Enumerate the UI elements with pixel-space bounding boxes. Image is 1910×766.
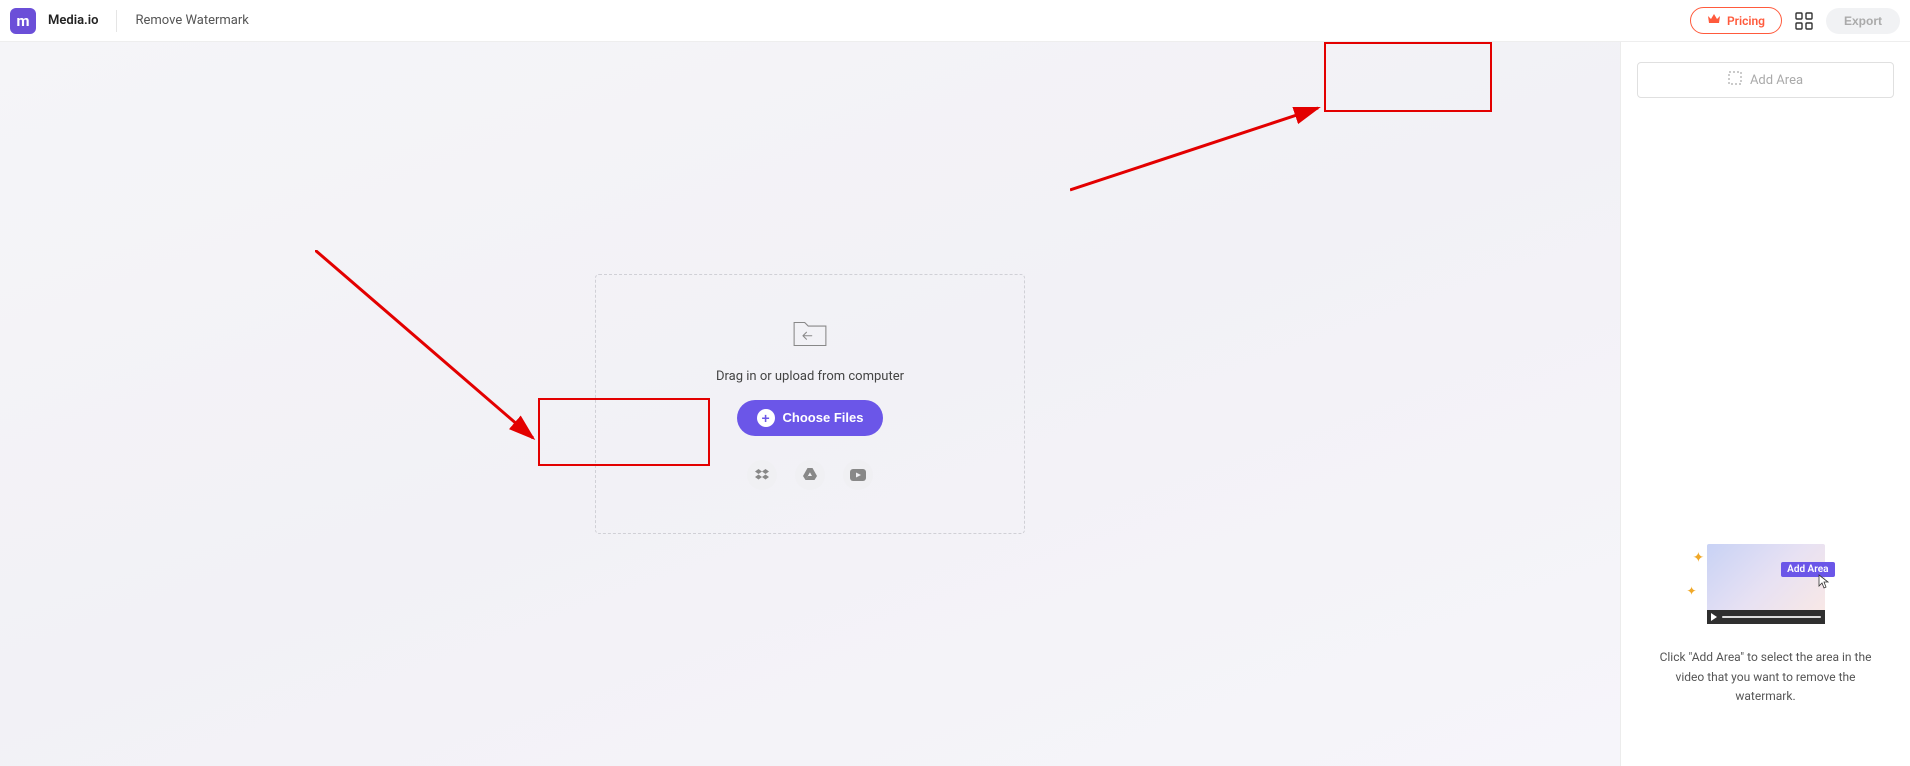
- canvas: Drag in or upload from computer + Choose…: [0, 42, 1620, 766]
- cursor-icon: [1815, 574, 1829, 594]
- sidebar-hint: Click "Add Area" to select the area in t…: [1637, 648, 1894, 706]
- spacer: [1637, 98, 1894, 544]
- folder-upload-icon: [792, 319, 828, 353]
- choose-files-label: Choose Files: [783, 410, 864, 425]
- youtube-icon[interactable]: [843, 460, 873, 490]
- tool-name: Remove Watermark: [135, 13, 248, 28]
- preview-block: ✦ ✦ Add Area Click "Add Area" to select …: [1637, 544, 1894, 706]
- apps-icon[interactable]: [1794, 11, 1814, 31]
- header: m Media.io Remove Watermark Pricing Expo…: [0, 0, 1910, 42]
- main-area: Drag in or upload from computer + Choose…: [0, 42, 1910, 766]
- header-left: m Media.io Remove Watermark: [10, 8, 249, 34]
- sparkle-icon: ✦: [1693, 550, 1705, 566]
- export-button[interactable]: Export: [1826, 8, 1900, 34]
- cloud-sources: [747, 460, 873, 490]
- selection-icon: [1728, 71, 1742, 89]
- choose-files-button[interactable]: + Choose Files: [737, 400, 884, 436]
- logo[interactable]: m: [10, 8, 36, 34]
- crown-icon: [1707, 13, 1721, 28]
- preview-illustration: ✦ ✦ Add Area: [1707, 544, 1825, 624]
- pricing-label: Pricing: [1727, 14, 1765, 28]
- upload-dropzone[interactable]: Drag in or upload from computer + Choose…: [595, 274, 1025, 534]
- sparkle-icon: ✦: [1687, 584, 1697, 598]
- play-icon: [1711, 613, 1717, 621]
- header-right: Pricing Export: [1690, 7, 1900, 34]
- add-area-button[interactable]: Add Area: [1637, 62, 1894, 98]
- progress-line: [1722, 616, 1821, 618]
- google-drive-icon[interactable]: [795, 460, 825, 490]
- separator: [116, 10, 117, 32]
- brand-text: Media.io: [48, 13, 98, 28]
- plus-icon: +: [757, 409, 775, 427]
- pricing-button[interactable]: Pricing: [1690, 7, 1782, 34]
- sidebar: Add Area ✦ ✦ Add Area Click "Add Area" t…: [1620, 42, 1910, 766]
- dropbox-icon[interactable]: [747, 460, 777, 490]
- preview-progress-bar: [1707, 610, 1825, 624]
- add-area-label: Add Area: [1750, 73, 1803, 88]
- upload-hint: Drag in or upload from computer: [716, 369, 904, 384]
